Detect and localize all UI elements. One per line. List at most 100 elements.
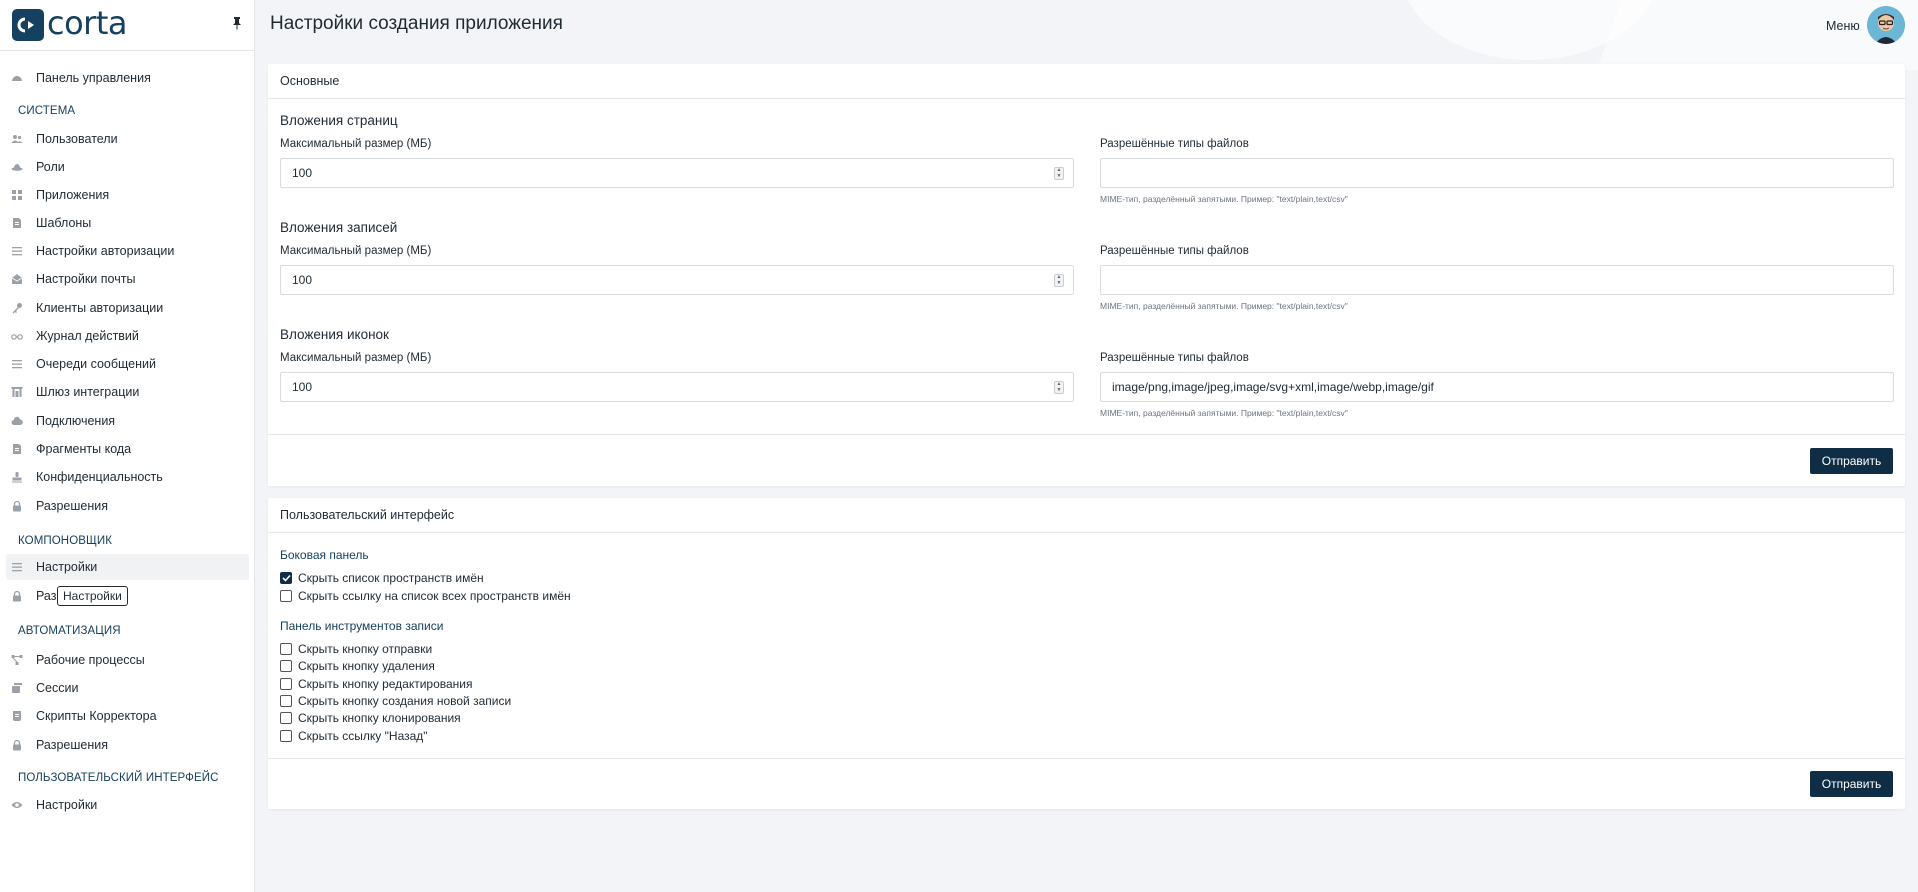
sidebar-item-label: Разрешения <box>36 738 109 752</box>
sidebar-item-label: Настройки <box>36 560 98 574</box>
max-size-label: Максимальный размер (МБ) <box>280 245 432 257</box>
sidebar-item-label: Скрипты Корректора <box>36 709 157 723</box>
gateway-icon <box>10 385 24 399</box>
lock-icon <box>10 499 24 513</box>
sidebar-item-permissions[interactable]: Разрешения <box>6 493 249 519</box>
eye-icon <box>10 798 24 812</box>
input-value: 100 <box>292 166 313 180</box>
checkbox-label: Скрыть кнопку редактирования <box>298 677 473 691</box>
sidebar-item-auth-clients[interactable]: Клиенты авторизации <box>6 295 249 321</box>
logo-icon <box>12 9 44 41</box>
sidebar: corta Панель управления СИСТЕМА Пользова… <box>0 0 255 892</box>
key-icon <box>10 301 24 315</box>
checkbox[interactable] <box>280 712 292 724</box>
checkbox[interactable] <box>280 695 292 707</box>
workflow-icon <box>10 653 24 667</box>
sidebar-item-privacy[interactable]: Конфиденциальность <box>6 464 249 490</box>
brand: corta <box>0 0 254 51</box>
allowed-types-label: Разрешённые типы файлов <box>1100 245 1249 257</box>
number-stepper[interactable]: ▲ ▼ <box>1054 381 1064 394</box>
users-icon <box>10 132 24 146</box>
sidebar-item-workflows[interactable]: Рабочие процессы <box>6 647 249 673</box>
sidebar-item-applications[interactable]: Приложения <box>6 182 249 208</box>
input-value: 100 <box>292 273 313 287</box>
pin-icon[interactable] <box>231 16 245 32</box>
brand-name: corta <box>47 4 127 42</box>
checkbox[interactable] <box>280 643 292 655</box>
hide-delete-button-option[interactable]: Скрыть кнопку удаления <box>280 659 435 673</box>
submit-button[interactable]: Отправить <box>1810 448 1893 474</box>
ui-settings-card: Пользовательский интерфейс Боковая панел… <box>268 498 1905 809</box>
sidebar-item-audit-log[interactable]: Журнал действий <box>6 323 249 349</box>
checkbox[interactable] <box>280 572 292 584</box>
icon-max-size-input[interactable]: 100 ▲ ▼ <box>280 372 1074 402</box>
card-divider <box>268 434 1905 435</box>
card-divider <box>268 758 1905 759</box>
sidebar-item-integration-gateway[interactable]: Шлюз интеграции <box>6 379 249 405</box>
max-size-label: Максимальный размер (МБ) <box>280 138 432 150</box>
checkbox[interactable] <box>280 660 292 672</box>
avatar[interactable] <box>1867 6 1905 44</box>
checkbox[interactable] <box>280 590 292 602</box>
hide-all-namespaces-link-option[interactable]: Скрыть ссылку на список всех пространств… <box>280 589 571 603</box>
sidebar-item-label: Подключения <box>36 414 116 428</box>
max-size-label: Максимальный размер (МБ) <box>280 352 432 364</box>
sidebar-item-mail-settings[interactable]: Настройки почты <box>6 266 249 292</box>
sidebar-item-dashboard[interactable]: Панель управления <box>6 65 249 91</box>
hide-create-button-option[interactable]: Скрыть кнопку создания новой записи <box>280 694 511 708</box>
allowed-types-label: Разрешённые типы файлов <box>1100 138 1249 150</box>
hide-submit-button-option[interactable]: Скрыть кнопку отправки <box>280 642 432 656</box>
sidebar-item-message-queues[interactable]: Очереди сообщений <box>6 351 249 377</box>
record-allowed-types-input[interactable] <box>1100 265 1894 295</box>
input-value: image/png,image/jpeg,image/svg+xml,image… <box>1112 380 1434 394</box>
sidebar-item-label: Журнал действий <box>36 329 139 343</box>
grid-icon <box>10 188 24 202</box>
lock-icon <box>10 738 24 752</box>
icon-allowed-types-input[interactable]: image/png,image/jpeg,image/svg+xml,image… <box>1100 372 1894 402</box>
checkbox[interactable] <box>280 730 292 742</box>
sidebar-item-label: Конфиденциальность <box>36 470 163 484</box>
sidebar-item-automation-permissions[interactable]: Разрешения <box>6 732 249 758</box>
sidebar-item-composer-settings[interactable]: Настройки <box>6 554 249 580</box>
number-stepper[interactable]: ▲ ▼ <box>1054 274 1064 287</box>
hide-back-link-option[interactable]: Скрыть ссылку "Назад" <box>280 729 428 743</box>
page-max-size-input[interactable]: 100 ▲ ▼ <box>280 158 1074 188</box>
sidebar-group-title: Боковая панель <box>280 548 369 562</box>
sidebar-item-label: Шлюз интеграции <box>36 385 140 399</box>
sidebar-item-label: Сессии <box>36 681 79 695</box>
dashboard-icon <box>10 71 24 85</box>
number-stepper[interactable]: ▲ ▼ <box>1054 167 1064 180</box>
record-max-size-input[interactable]: 100 ▲ ▼ <box>280 265 1074 295</box>
queue-icon <box>10 357 24 371</box>
section-composer: КОМПОНОВЩИК <box>18 535 113 547</box>
card-header: Основные <box>268 64 1905 99</box>
checkbox-label: Скрыть кнопку клонирования <box>298 711 461 725</box>
code-file-icon <box>10 442 24 456</box>
allowed-types-label: Разрешённые типы файлов <box>1100 352 1249 364</box>
sidebar-item-corrector-scripts[interactable]: Скрипты Корректора <box>6 703 249 729</box>
submit-button[interactable]: Отправить <box>1810 771 1893 797</box>
page-allowed-types-input[interactable] <box>1100 158 1894 188</box>
sidebar-item-auth-settings[interactable]: Настройки авторизации <box>6 238 249 264</box>
sidebar-item-connections[interactable]: Подключения <box>6 408 249 434</box>
sidebar-item-ui-settings[interactable]: Настройки <box>6 792 249 818</box>
sidebar-item-label: Рабочие процессы <box>36 653 145 667</box>
sidebar-item-label: Приложения <box>36 188 110 202</box>
cloud-icon <box>10 414 24 428</box>
input-value: 100 <box>292 380 313 394</box>
tooltip: Настройки <box>57 586 128 606</box>
hide-clone-button-option[interactable]: Скрыть кнопку клонирования <box>280 711 461 725</box>
stamp-icon <box>10 470 24 484</box>
sidebar-item-templates[interactable]: Шаблоны <box>6 210 249 236</box>
icon-attachments-title: Вложения иконок <box>280 327 389 342</box>
sidebar-item-sessions[interactable]: Сессии <box>6 675 249 701</box>
hide-namespace-list-option[interactable]: Скрыть список пространств имён <box>280 571 484 585</box>
hide-edit-button-option[interactable]: Скрыть кнопку редактирования <box>280 677 473 691</box>
checkbox[interactable] <box>280 678 292 690</box>
sidebar-item-users[interactable]: Пользователи <box>6 126 249 152</box>
sidebar-item-roles[interactable]: Роли <box>6 154 249 180</box>
sidebar-item-label: Настройки <box>36 798 98 812</box>
record-attachments-title: Вложения записей <box>280 220 398 235</box>
sidebar-item-code-snippets[interactable]: Фрагменты кода <box>6 436 249 462</box>
menu-button[interactable]: Меню <box>1826 19 1860 33</box>
